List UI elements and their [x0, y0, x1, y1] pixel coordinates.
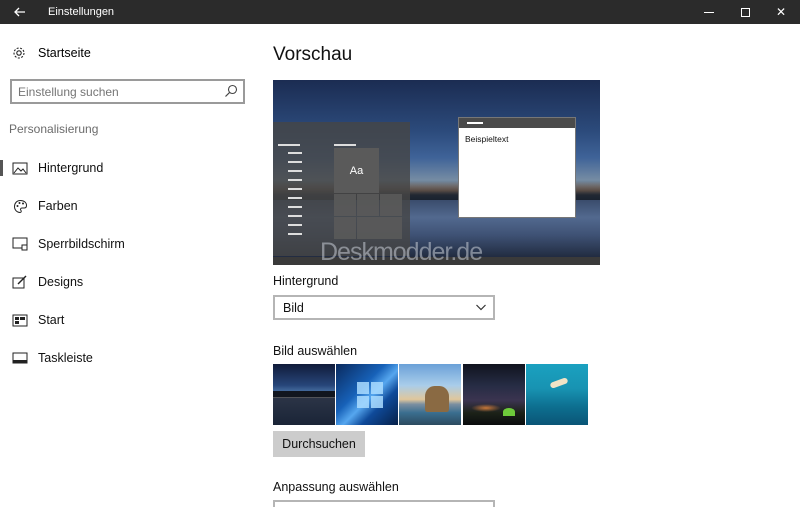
fit-dropdown[interactable]	[273, 500, 495, 507]
image-thumbnail-night-sky-tent[interactable]	[463, 364, 525, 425]
picture-icon	[10, 159, 30, 177]
sidebar-item-start[interactable]: Start	[0, 307, 255, 333]
window-title: Einstellungen	[48, 6, 115, 18]
preview-tile: Aa	[334, 148, 379, 193]
choose-image-label: Bild auswählen	[273, 344, 358, 358]
maximize-button[interactable]	[727, 0, 763, 24]
palette-icon	[10, 197, 30, 215]
chevron-down-icon	[476, 304, 486, 311]
maximize-icon	[740, 7, 750, 17]
brush-icon	[10, 273, 30, 291]
minimize-button[interactable]	[691, 0, 727, 24]
preview-line	[278, 144, 300, 146]
fit-label: Anpassung auswählen	[273, 480, 399, 494]
image-thumbnail-windows-hero[interactable]	[336, 364, 398, 425]
home-link[interactable]: Startseite	[10, 42, 91, 64]
search-box[interactable]	[10, 79, 245, 104]
minimize-icon	[704, 11, 714, 13]
sidebar-item-hintergrund[interactable]: Hintergrund	[0, 155, 255, 181]
image-thumbnail-underwater-diver[interactable]	[526, 364, 588, 425]
sidebar-item-label: Sperrbildschirm	[38, 237, 125, 251]
search-icon[interactable]	[224, 84, 238, 98]
browse-button[interactable]: Durchsuchen	[273, 431, 365, 457]
sidebar-item-sperrbildschirm[interactable]: Sperrbildschirm	[0, 231, 255, 257]
back-button[interactable]	[0, 0, 40, 24]
sidebar-item-label: Taskleiste	[38, 351, 93, 365]
page-title: Vorschau	[273, 44, 353, 65]
preview-window-text: Beispieltext	[465, 134, 509, 144]
preview-app-list	[288, 152, 302, 242]
sidebar-item-label: Designs	[38, 275, 84, 289]
title-bar: Einstellungen ✕	[0, 0, 800, 24]
preview-line	[334, 144, 356, 146]
sidebar-item-designs[interactable]: Designs	[0, 269, 255, 295]
windows-logo-icon	[357, 382, 383, 408]
sidebar-item-label: Hintergrund	[38, 161, 104, 175]
start-tiles-icon	[10, 311, 30, 329]
search-input[interactable]	[18, 83, 218, 101]
section-heading: Personalisierung	[9, 122, 99, 136]
sidebar-item-label: Start	[38, 313, 65, 327]
preview-window-titlebar	[459, 118, 575, 128]
preview-window: Beispieltext	[458, 117, 576, 218]
sidebar-item-taskleiste[interactable]: Taskleiste	[0, 345, 255, 371]
image-thumbnail-beach-rocks[interactable]	[399, 364, 461, 425]
watermark: Deskmodder.de	[320, 238, 483, 266]
background-dropdown-value: Bild	[283, 301, 304, 315]
image-thumbnail-lake-dusk[interactable]	[273, 364, 335, 425]
close-button[interactable]: ✕	[763, 0, 799, 24]
sidebar-item-label: Farben	[38, 199, 78, 213]
taskbar-icon	[10, 349, 30, 367]
background-label: Hintergrund	[273, 274, 339, 288]
preview-start-menu: Aa	[273, 122, 410, 256]
gear-icon	[10, 44, 28, 62]
close-icon: ✕	[775, 5, 787, 19]
background-dropdown[interactable]: Bild	[273, 295, 495, 320]
lock-screen-icon	[10, 235, 30, 253]
sidebar-item-farben[interactable]: Farben	[0, 193, 255, 219]
arrow-left-icon	[14, 7, 25, 17]
home-label: Startseite	[38, 46, 91, 60]
